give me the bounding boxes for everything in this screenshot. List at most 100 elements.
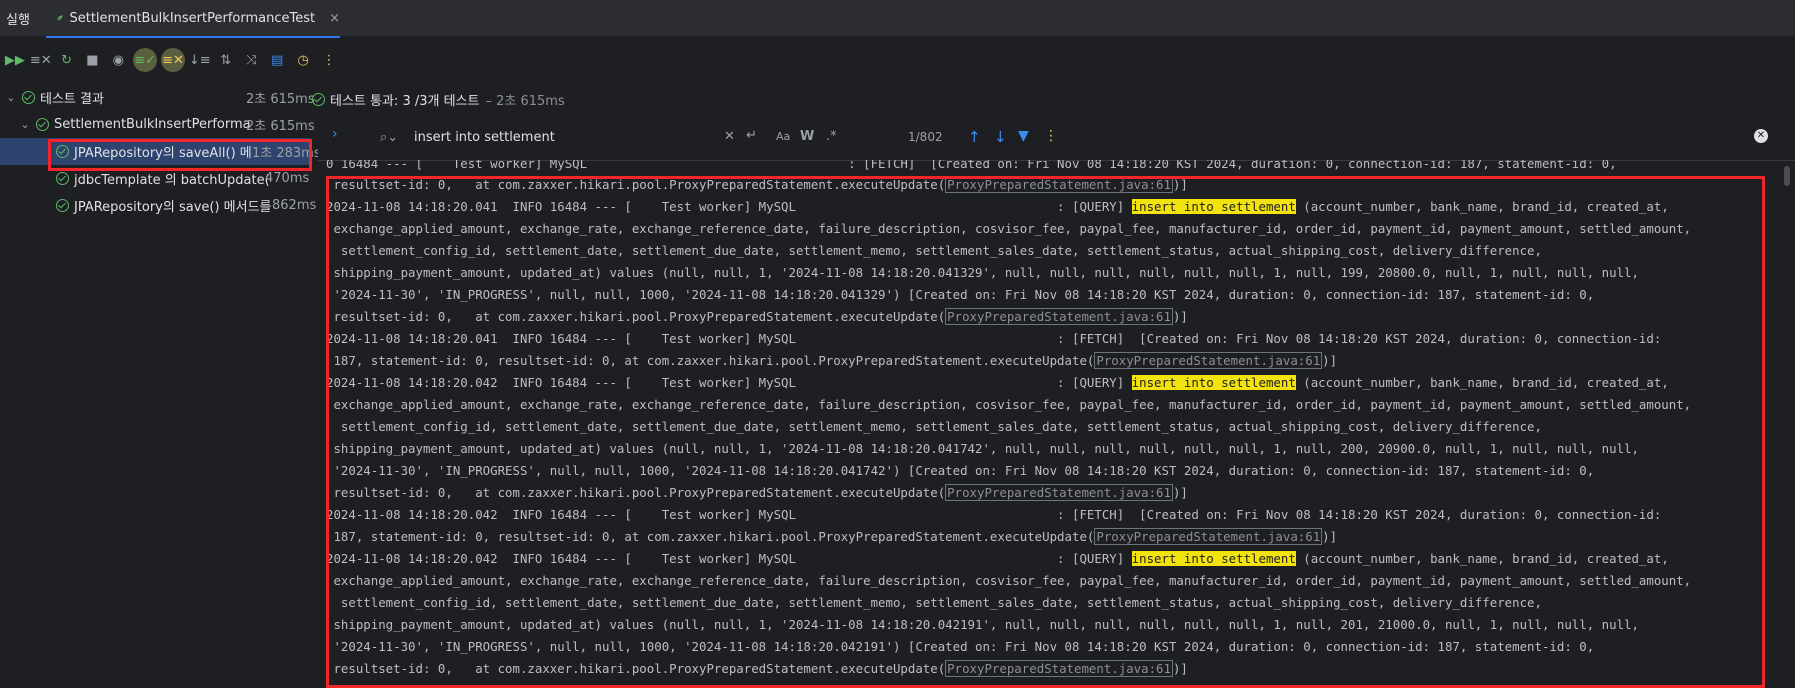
tab-bar: 실행 SettlementBulkInsertPerformanceTest ×	[0, 0, 1795, 38]
rerun-failed-icon[interactable]: ≡✕	[30, 49, 52, 71]
history-icon[interactable]: ◷	[292, 49, 314, 71]
multiline-icon[interactable]: ↵	[746, 128, 757, 143]
chevron-down-icon[interactable]: ⌄	[18, 118, 32, 131]
prev-match-icon[interactable]: ↑	[968, 128, 981, 146]
console-line: 187, statement-id: 0, resultset-id: 0, a…	[326, 526, 1766, 548]
eye-icon[interactable]: ◉	[107, 49, 129, 71]
highlight-box-saveall	[48, 139, 312, 171]
console-line: resultset-id: 0, at com.zaxxer.hikari.po…	[326, 482, 1766, 504]
search-match: insert into settlement	[1131, 375, 1296, 390]
tree-class-label: SettlementBulkInsertPerforma	[54, 117, 251, 132]
console-line: shipping_payment_amount, updated_at) val…	[326, 617, 1639, 632]
console-text: resultset-id: 0, at com.zaxxer.hikari.po…	[326, 485, 946, 500]
console-text: )]	[1172, 177, 1188, 192]
match-case-icon[interactable]: Aa	[776, 130, 790, 143]
chevron-down-icon[interactable]: ⌄	[4, 91, 18, 104]
next-match-icon[interactable]: ↓	[994, 128, 1007, 146]
chevron-right-icon[interactable]: ›	[332, 126, 338, 142]
whole-word-icon[interactable]: W	[800, 129, 814, 144]
tree-class[interactable]: ⌄ SettlementBulkInsertPerforma 2초 615ms	[0, 111, 314, 138]
console-text: )]	[1172, 485, 1188, 500]
search-input[interactable]: insert into settlement	[414, 130, 555, 145]
console-line: '2024-11-30', 'IN_PROGRESS', null, null,…	[326, 639, 1595, 654]
close-tab-icon[interactable]: ×	[329, 11, 340, 26]
more-icon[interactable]: ⋮	[1044, 128, 1058, 144]
console-line: 2024-11-08 14:18:20.042 INFO 16484 --- […	[326, 372, 1766, 394]
tree-root[interactable]: ⌄ 테스트 결과 2초 615ms	[0, 84, 315, 111]
console-text: 187, statement-id: 0, resultset-id: 0, a…	[326, 529, 1095, 544]
tree-class-time: 2초 615ms	[246, 119, 315, 134]
console-line: resultset-id: 0, at com.zaxxer.hikari.po…	[326, 658, 1766, 680]
more-icon[interactable]: ⋮	[318, 49, 340, 71]
console-text: 2024-11-08 14:18:20.041 INFO 16484 --- […	[326, 199, 1132, 214]
source-link[interactable]: ProxyPreparedStatement.java:61	[945, 176, 1173, 193]
console-line: 187, statement-id: 0, resultset-id: 0, a…	[326, 350, 1766, 372]
console-line: shipping_payment_amount, updated_at) val…	[326, 441, 1639, 456]
sort-passed-icon[interactable]: ≡✓	[133, 48, 158, 72]
tree-test-label: jdbcTemplate 의 batchUpdate(	[74, 173, 270, 188]
source-link[interactable]: ProxyPreparedStatement.java:61	[1094, 528, 1323, 545]
console-line: resultset-id: 0, at com.zaxxer.hikari.po…	[326, 306, 1766, 328]
console-scrollbar[interactable]	[1784, 166, 1790, 186]
console-text: (account_number, bank_name, brand_id, cr…	[1295, 375, 1669, 390]
coverage-icon[interactable]: ⤨	[241, 49, 263, 71]
regex-icon[interactable]: .*	[826, 129, 837, 144]
console-line: 0 16484 --- [ Test worker] MySQL : [FETC…	[326, 160, 1617, 171]
source-link[interactable]: ProxyPreparedStatement.java:61	[1094, 352, 1323, 369]
console-line: 2024-11-08 14:18:20.041 INFO 16484 --- […	[326, 331, 1662, 346]
source-link[interactable]: ProxyPreparedStatement.java:61	[945, 484, 1173, 501]
passed-icon	[56, 199, 69, 212]
console-line: 2024-11-08 14:18:20.042 INFO 16484 --- […	[326, 548, 1766, 570]
console-line: '2024-11-30', 'IN_PROGRESS', null, null,…	[326, 287, 1595, 302]
passed-icon	[312, 92, 325, 106]
source-link[interactable]: ProxyPreparedStatement.java:61	[945, 308, 1173, 325]
sort-icon[interactable]: ↓≡	[189, 49, 211, 71]
tree-root-time: 2초 615ms	[246, 92, 315, 107]
tree-root-label: 테스트 결과	[40, 92, 104, 107]
status-duration: – 2초 615ms	[485, 93, 565, 109]
console-text: 2024-11-08 14:18:20.042 INFO 16484 --- […	[326, 551, 1132, 566]
close-find-icon[interactable]: ✕	[1754, 129, 1768, 143]
restart-icon[interactable]: ↻	[56, 49, 78, 71]
tree-test-time: 470ms	[265, 171, 310, 186]
console-line: settlement_config_id, settlement_date, s…	[326, 243, 1542, 258]
tab-label: SettlementBulkInsertPerformanceTest	[69, 10, 316, 26]
console-text: (account_number, bank_name, brand_id, cr…	[1295, 551, 1669, 566]
console-line: shipping_payment_amount, updated_at) val…	[326, 265, 1639, 280]
collapse-icon[interactable]: ⇅	[215, 49, 237, 71]
passed-icon	[36, 118, 49, 131]
tree-test-save[interactable]: JPARepository의 save() 메서드를 862ms	[0, 192, 316, 219]
console-text: )]	[1322, 353, 1338, 368]
run-tab-label[interactable]: 실행	[6, 9, 30, 28]
search-match: insert into settlement	[1131, 551, 1296, 566]
sort-ignored-icon[interactable]: ≡✕	[161, 48, 185, 72]
console-text: resultset-id: 0, at com.zaxxer.hikari.po…	[326, 309, 946, 324]
passed-icon	[56, 172, 69, 185]
tab-test-class[interactable]: SettlementBulkInsertPerformanceTest ×	[46, 0, 340, 38]
test-status-bar: 테스트 통과: 3 /3개 테스트 – 2초 615ms	[312, 84, 565, 114]
console-line: settlement_config_id, settlement_date, s…	[326, 595, 1542, 610]
console-text: )]	[1172, 309, 1188, 324]
run-toolbar: ▶▶ ≡✕ ↻ ■ ◉ ≡✓ ≡✕ ↓≡ ⇅ ⤨ ▤ ◷ ⋮	[0, 44, 340, 76]
passed-icon	[22, 91, 35, 104]
console-line: exchange_applied_amount, exchange_rate, …	[326, 397, 1692, 412]
filter-icon[interactable]: ▼	[1018, 128, 1029, 144]
console-output[interactable]: 0 16484 --- [ Test worker] MySQL : [FETC…	[326, 160, 1766, 688]
clear-search-icon[interactable]: ✕	[724, 129, 735, 144]
console-line: exchange_applied_amount, exchange_rate, …	[326, 573, 1692, 588]
console-text: resultset-id: 0, at com.zaxxer.hikari.po…	[326, 661, 946, 676]
source-link[interactable]: ProxyPreparedStatement.java:61	[945, 660, 1173, 677]
tree-test-label: JPARepository의 save() 메서드를	[74, 200, 272, 215]
console-text: (account_number, bank_name, brand_id, cr…	[1295, 199, 1669, 214]
rerun-icon[interactable]: ▶▶	[4, 49, 26, 71]
export-icon[interactable]: ▤	[266, 49, 288, 71]
console-line: '2024-11-30', 'IN_PROGRESS', null, null,…	[326, 463, 1595, 478]
match-count: 1/802	[908, 130, 943, 144]
console-line: settlement_config_id, settlement_date, s…	[326, 419, 1542, 434]
find-bar: › ⌕⌄ insert into settlement ✕ ↵ Aa W .* …	[318, 118, 1795, 161]
tree-test-time: 862ms	[272, 198, 317, 213]
console-line: resultset-id: 0, at com.zaxxer.hikari.po…	[326, 174, 1766, 196]
search-icon[interactable]: ⌕⌄	[380, 130, 398, 145]
stop-icon[interactable]: ■	[82, 49, 104, 71]
console-text: 2024-11-08 14:18:20.042 INFO 16484 --- […	[326, 375, 1132, 390]
